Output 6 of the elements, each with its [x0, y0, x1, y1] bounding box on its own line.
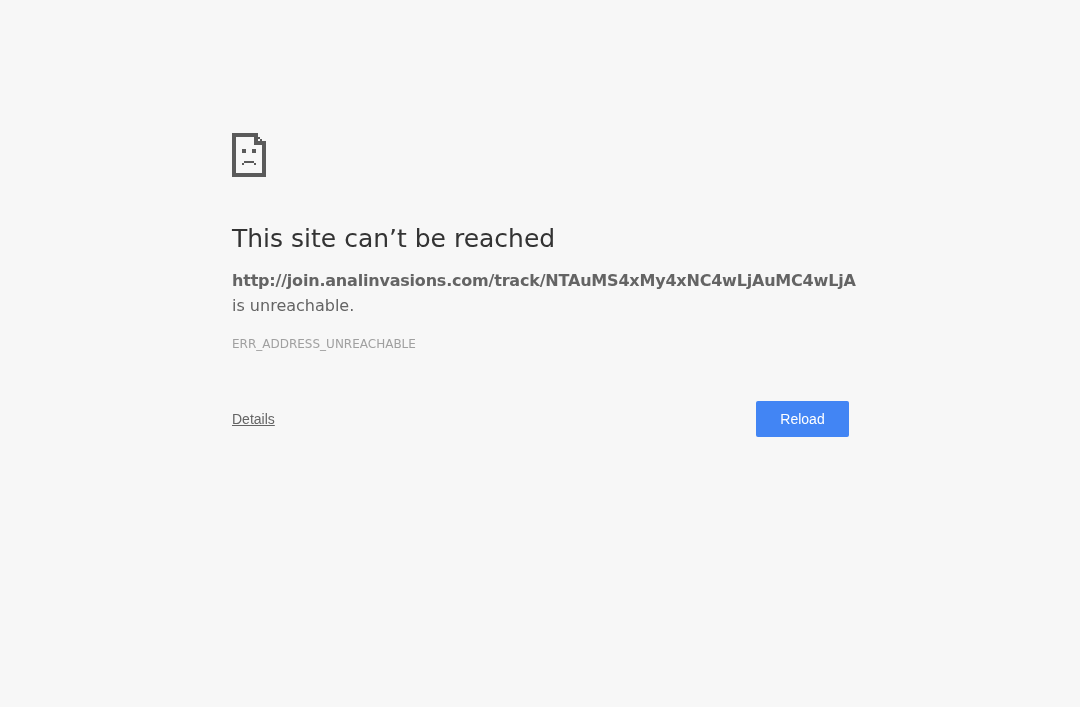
reload-button[interactable]: Reload [756, 401, 849, 437]
details-link[interactable]: Details [232, 408, 275, 430]
error-heading: This site can’t be reached [232, 223, 557, 255]
error-message: is unreachable. [232, 295, 356, 317]
sad-page-icon [232, 133, 266, 177]
error-code: ERR_ADDRESS_UNREACHABLE [232, 336, 417, 352]
